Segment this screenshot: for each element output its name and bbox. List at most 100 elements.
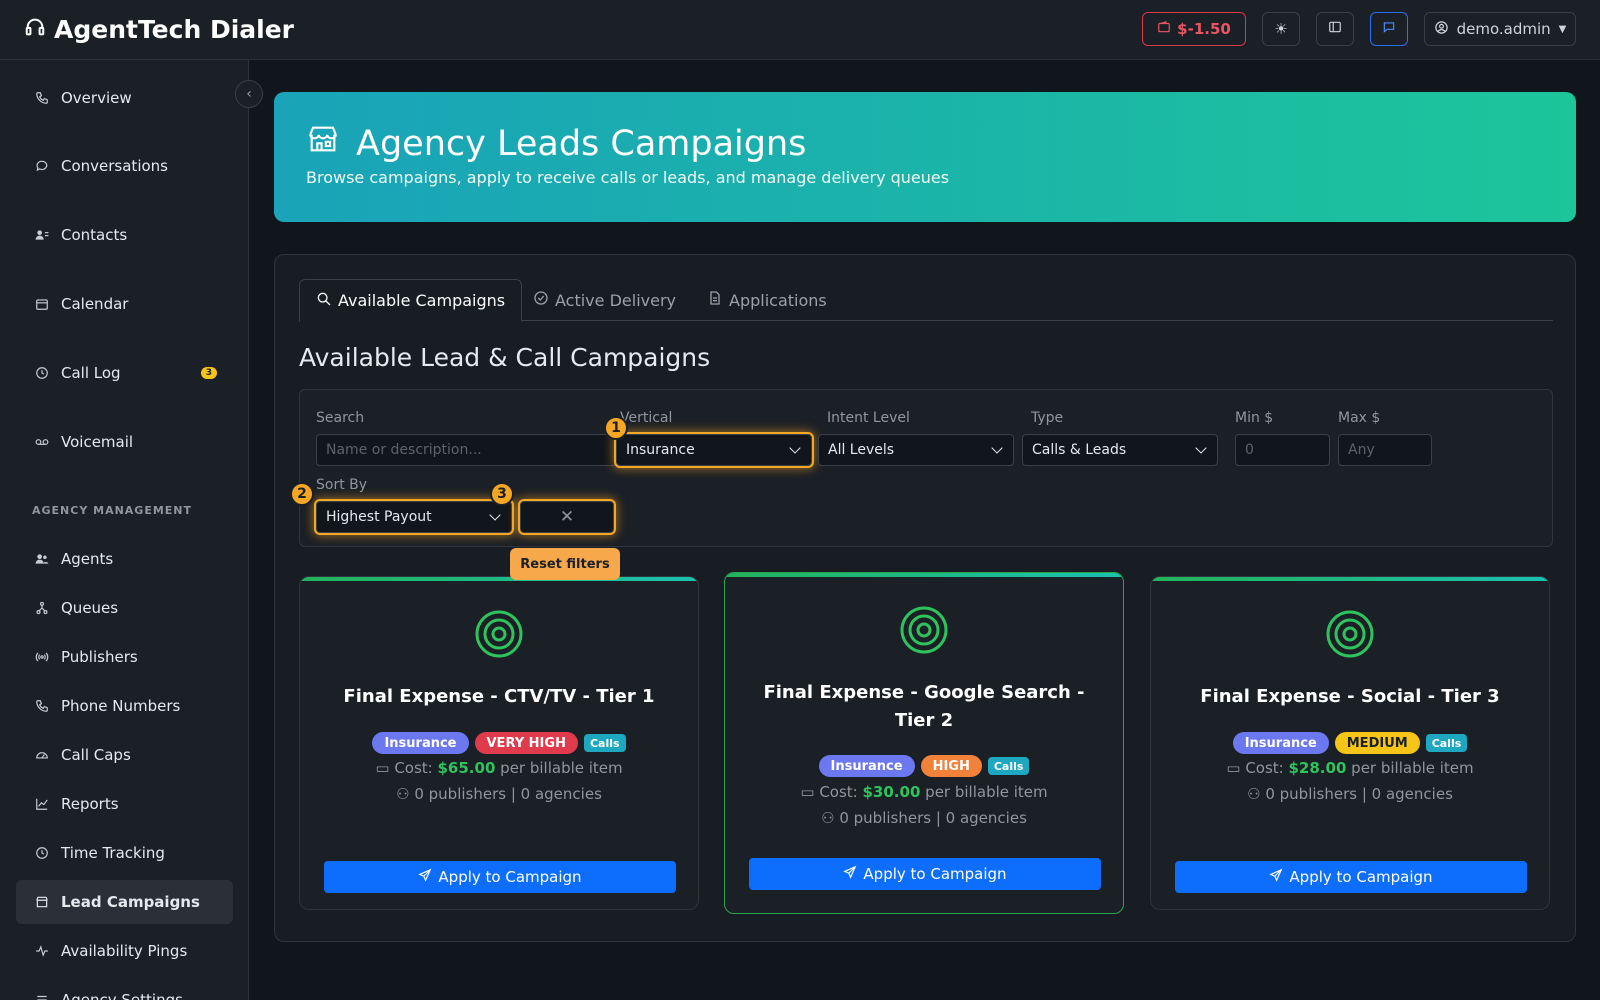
campaign-card: Final Expense - CTV/TV - Tier 1 Insuranc… bbox=[299, 576, 699, 910]
cash-icon: ▭ bbox=[800, 783, 815, 801]
vertical-badge: Insurance bbox=[818, 755, 915, 777]
sort-label: Sort By bbox=[316, 477, 368, 493]
sun-icon: ☀ bbox=[1274, 20, 1288, 38]
balance-value: $-1.50 bbox=[1177, 20, 1231, 38]
intent-value: All Levels bbox=[828, 442, 895, 458]
max-label: Max $ bbox=[1338, 410, 1381, 426]
sidebar-item-contacts[interactable]: Contacts bbox=[16, 213, 233, 257]
file-text-icon bbox=[707, 290, 723, 310]
activity-icon bbox=[34, 944, 49, 959]
call-log-badge: 3 bbox=[200, 367, 217, 379]
sidebar-item-label: Calendar bbox=[61, 295, 129, 313]
top-bar: AgentTech Dialer $-1.50 ☀ demo.admin ▼ bbox=[0, 0, 1600, 60]
sidebar-item-label: Voicemail bbox=[61, 433, 134, 451]
type-value: Calls & Leads bbox=[1032, 442, 1127, 458]
vertical-badge: Insurance bbox=[1232, 732, 1329, 754]
chat-button[interactable] bbox=[1370, 12, 1408, 46]
annotation-marker-3: 3 bbox=[490, 482, 514, 506]
tab-label: Active Delivery bbox=[555, 290, 676, 310]
min-price-input[interactable]: 0 bbox=[1235, 434, 1330, 466]
vertical-label: Vertical bbox=[620, 410, 673, 426]
sidebar-item-agency-settings[interactable]: Agency Settings bbox=[16, 978, 233, 1000]
headset-icon bbox=[24, 15, 46, 44]
tab-active-delivery[interactable]: Active Delivery bbox=[517, 279, 692, 321]
sidebar-item-phone-numbers[interactable]: Phone Numbers bbox=[16, 684, 233, 728]
graph-up-icon bbox=[34, 797, 49, 812]
type-badge: Calls bbox=[987, 757, 1030, 775]
card-stats: ⚇ 0 publishers | 0 agencies bbox=[821, 809, 1027, 827]
people-icon: ⚇ bbox=[1247, 785, 1261, 803]
card-accent-line bbox=[1151, 577, 1549, 581]
cost-value: $65.00 bbox=[437, 759, 496, 777]
apply-button[interactable]: Apply to Campaign bbox=[749, 858, 1101, 890]
sidebar-item-time-tracking[interactable]: Time Tracking bbox=[16, 831, 233, 875]
clock-icon bbox=[34, 846, 49, 861]
card-cost: ▭ Cost: $28.00 per billable item bbox=[1226, 759, 1474, 777]
sidebar-collapse-button[interactable]: ‹ bbox=[235, 80, 263, 108]
user-menu-button[interactable]: demo.admin ▼ bbox=[1424, 12, 1576, 46]
shop-icon bbox=[34, 895, 49, 910]
apply-button[interactable]: Apply to Campaign bbox=[324, 861, 676, 893]
chevron-down-icon bbox=[1195, 442, 1207, 454]
people-icon: ⚇ bbox=[821, 809, 835, 827]
people-icon: ⚇ bbox=[396, 785, 410, 803]
balance-button[interactable]: $-1.50 bbox=[1142, 12, 1246, 46]
search-input[interactable]: Name or description... bbox=[316, 434, 616, 466]
annotation-marker-1: 1 bbox=[604, 416, 628, 440]
sidebar-item-label: Lead Campaigns bbox=[61, 893, 200, 911]
send-icon bbox=[418, 868, 432, 886]
app-title: AgentTech Dialer bbox=[54, 15, 295, 44]
intent-label: Intent Level bbox=[827, 410, 910, 426]
type-select[interactable]: Calls & Leads bbox=[1022, 434, 1218, 466]
tab-available-campaigns[interactable]: Available Campaigns bbox=[299, 279, 523, 322]
max-price-input[interactable]: Any bbox=[1338, 434, 1432, 466]
vertical-value: Insurance bbox=[626, 442, 695, 458]
sidebar-item-call-caps[interactable]: Call Caps bbox=[16, 733, 233, 777]
chevron-down-icon bbox=[489, 509, 501, 521]
sidebar-item-voicemail[interactable]: Voicemail bbox=[16, 420, 233, 464]
page-title: Agency Leads Campaigns bbox=[356, 123, 807, 164]
sidebar-item-lead-campaigns[interactable]: Lead Campaigns bbox=[16, 880, 233, 924]
card-title: Final Expense - Social - Tier 3 bbox=[1200, 686, 1500, 707]
sort-select[interactable]: Highest Payout bbox=[316, 501, 512, 533]
sidebar-item-availability-pings[interactable]: Availability Pings bbox=[16, 929, 233, 973]
card-accent-line bbox=[725, 573, 1123, 577]
vertical-select[interactable]: Insurance bbox=[616, 434, 812, 466]
reset-filters-button[interactable]: ✕ bbox=[520, 501, 614, 533]
sidebar-item-label: Contacts bbox=[61, 226, 128, 244]
intent-select[interactable]: All Levels bbox=[818, 434, 1014, 466]
sidebar-item-publishers[interactable]: Publishers bbox=[16, 635, 233, 679]
search-icon bbox=[316, 291, 332, 311]
sidebar-item-label: Agents bbox=[61, 550, 114, 568]
sliders-icon bbox=[34, 993, 49, 1000]
sidebar-item-conversations[interactable]: Conversations bbox=[16, 144, 233, 188]
sidebar-item-reports[interactable]: Reports bbox=[16, 782, 233, 826]
tab-applications[interactable]: Applications bbox=[691, 279, 843, 321]
card-cost: ▭ Cost: $65.00 per billable item bbox=[375, 759, 623, 777]
type-badge: Calls bbox=[583, 734, 626, 752]
sidebar-item-call-log[interactable]: Call Log 3 bbox=[16, 351, 233, 395]
sidebar-item-agents[interactable]: Agents bbox=[16, 537, 233, 581]
card-stats: ⚇ 0 publishers | 0 agencies bbox=[396, 785, 602, 803]
target-icon bbox=[474, 609, 524, 663]
sidebar-item-label: Call Caps bbox=[61, 746, 131, 764]
section-title: Available Lead & Call Campaigns bbox=[299, 343, 711, 372]
search-label: Search bbox=[316, 410, 365, 426]
sidebar-item-queues[interactable]: Queues bbox=[16, 586, 233, 630]
layout-sidebar-icon bbox=[1328, 20, 1342, 38]
theme-toggle-button[interactable]: ☀ bbox=[1262, 12, 1300, 46]
app-brand[interactable]: AgentTech Dialer bbox=[24, 15, 294, 44]
voicemail-icon bbox=[34, 435, 49, 450]
close-icon: ✕ bbox=[559, 507, 575, 527]
target-icon bbox=[899, 605, 949, 659]
intent-badge: VERY HIGH bbox=[474, 732, 578, 754]
chat-dots-icon bbox=[34, 159, 49, 174]
card-cost: ▭ Cost: $30.00 per billable item bbox=[800, 783, 1048, 801]
reset-filters-tooltip: Reset filters bbox=[510, 548, 620, 580]
cost-value: $28.00 bbox=[1288, 759, 1347, 777]
sidebar-item-label: Availability Pings bbox=[61, 942, 188, 960]
apply-button[interactable]: Apply to Campaign bbox=[1175, 861, 1527, 893]
sidebar-item-calendar[interactable]: Calendar bbox=[16, 282, 233, 326]
sidebar-item-overview[interactable]: Overview bbox=[16, 76, 233, 120]
sidebar-toggle-button[interactable] bbox=[1316, 12, 1354, 46]
